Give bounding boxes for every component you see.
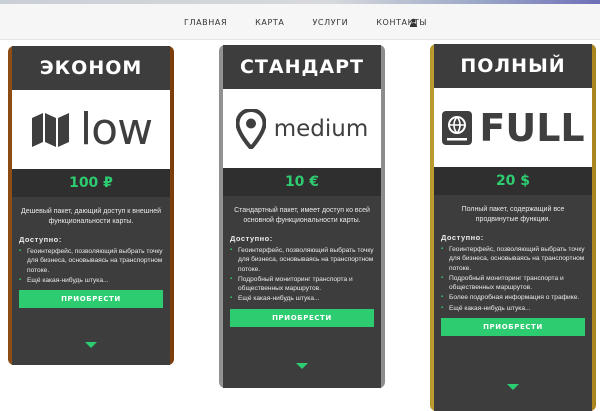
feature-item: Ещё какая-нибудь штука...: [19, 276, 163, 286]
plan-logo-text: low: [79, 104, 153, 155]
feature-item: Подробный мониторинг транспорта и общест…: [230, 275, 374, 294]
nav-link-services[interactable]: УСЛУГИ: [312, 18, 348, 27]
available-label: Доступно:: [230, 234, 273, 243]
plan-card-economy: ЭКОНОМ low 100 ₽ Дешевый пакет, дающий д…: [8, 46, 174, 365]
plan-card-standard: СТАНДАРТ medium 10 € Стандартный пакет, …: [219, 45, 385, 388]
available-label: Доступно:: [19, 235, 62, 244]
plan-logo: medium: [223, 89, 381, 168]
location-pin-icon: [235, 108, 266, 149]
expand-arrow-icon[interactable]: [296, 363, 308, 369]
feature-item: Более подробная информация о трафике.: [441, 293, 585, 303]
plan-description: Полный пакет, содержащий все продвинутые…: [461, 206, 565, 223]
user-icon[interactable]: [409, 18, 418, 27]
plan-logo: FULL: [434, 88, 592, 167]
plan-title: СТАНДАРТ: [239, 56, 365, 78]
plan-price: 10 €: [223, 168, 381, 196]
nav-link-map[interactable]: КАРТА: [255, 18, 284, 27]
buy-button[interactable]: ПРИОБРЕСТИ: [230, 308, 374, 327]
feature-item: Ещё какая-нибудь штука...: [441, 304, 585, 314]
feature-list: Геоинтерфейс, позволяющий выбрать точку …: [434, 245, 592, 313]
buy-button[interactable]: ПРИОБРЕСТИ: [19, 290, 163, 309]
plan-card-body: ЭКОНОМ low 100 ₽ Дешевый пакет, дающий д…: [12, 46, 170, 365]
feature-item: Геоинтерфейс, позволяющий выбрать точку …: [230, 246, 374, 274]
expand-arrow-icon[interactable]: [507, 384, 519, 390]
nav-link-contacts[interactable]: КОНТАКТЫ: [376, 18, 427, 27]
plan-price: 100 ₽: [12, 169, 170, 197]
plan-title: ПОЛНЫЙ: [460, 55, 566, 77]
buy-button[interactable]: ПРИОБРЕСТИ: [441, 318, 585, 337]
plan-card-body: СТАНДАРТ medium 10 € Стандартный пакет, …: [223, 45, 381, 388]
plan-card-body: ПОЛНЫЙ FULL 20 $ Полный пакет, содержащи…: [434, 44, 592, 411]
plan-description: Стандартный пакет, имеет доступ ко всей …: [234, 207, 370, 224]
plan-description: Дешевый пакет, дающий доступ к внешней ф…: [20, 208, 162, 225]
feature-item: Геоинтерфейс, позволяющий выбрать точку …: [441, 245, 585, 273]
plan-price: 20 $: [434, 167, 592, 195]
navbar: ГЛАВНАЯ КАРТА УСЛУГИ КОНТАКТЫ: [0, 4, 600, 40]
feature-item: Геоинтерфейс, позволяющий выбрать точку …: [19, 247, 163, 275]
nav-link-home[interactable]: ГЛАВНАЯ: [184, 18, 227, 27]
plan-logo-text: FULL: [479, 105, 585, 150]
map-icon: [31, 112, 69, 147]
plan-logo: low: [12, 90, 170, 169]
feature-item: Подробный мониторинг транспорта и общест…: [441, 274, 585, 293]
plan-card-full: ПОЛНЫЙ FULL 20 $ Полный пакет, содержащи…: [430, 44, 596, 411]
feature-list: Геоинтерфейс, позволяющий выбрать точку …: [12, 247, 170, 285]
available-label: Доступно:: [441, 233, 484, 242]
plan-logo-text: medium: [273, 115, 369, 142]
feature-item: Ещё какая-нибудь штука...: [230, 294, 374, 304]
feature-list: Геоинтерфейс, позволяющий выбрать точку …: [223, 246, 381, 304]
globe-book-icon: [442, 110, 473, 145]
plan-title: ЭКОНОМ: [39, 57, 143, 79]
expand-arrow-icon[interactable]: [85, 342, 97, 348]
